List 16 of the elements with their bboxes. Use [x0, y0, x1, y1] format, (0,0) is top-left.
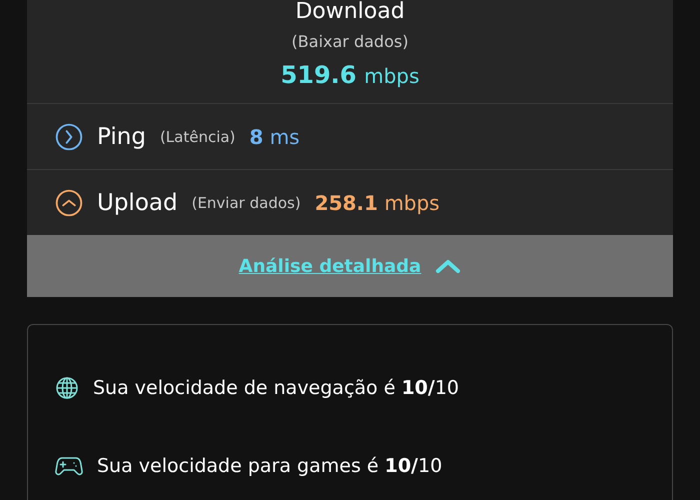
metric-note: (Enviar dados): [192, 194, 301, 212]
download-speed: 519.6 mbps: [280, 61, 420, 89]
download-subtitle: (Baixar dados): [292, 32, 408, 51]
download-title: Download: [295, 0, 405, 24]
analysis-link[interactable]: Análise detalhada: [238, 256, 422, 276]
metric-value: 258.1 mbps: [314, 190, 440, 214]
chevron-up-circle-icon: [55, 188, 83, 216]
chevron-right-circle-icon: [55, 122, 83, 150]
metric-note: (Latência): [160, 128, 236, 146]
metric-name: Ping: [97, 124, 146, 150]
chevron-up-icon[interactable]: [435, 258, 462, 274]
metric-name: Upload: [97, 190, 178, 216]
globe-icon: [55, 376, 79, 400]
rating-text: Sua velocidade para games é 10/10: [97, 455, 442, 477]
metric-value: 8 ms: [249, 124, 300, 148]
rating-text: Sua velocidade de navegação é 10/10: [93, 377, 460, 399]
